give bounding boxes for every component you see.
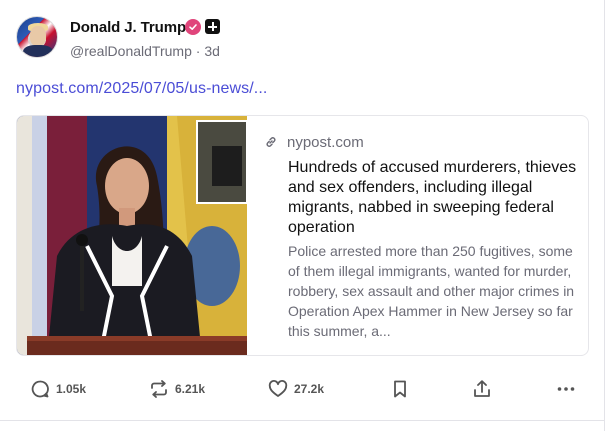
like-button[interactable]: 27.2k — [268, 376, 332, 404]
share-button[interactable] — [472, 376, 492, 404]
repost-icon — [151, 380, 167, 398]
share-icon — [474, 380, 490, 397]
author-name[interactable]: Donald J. Trump — [70, 19, 186, 36]
separator: · — [195, 43, 201, 59]
verified-badge-icon — [185, 19, 201, 35]
link-icon — [266, 137, 276, 147]
handle-line: @realDonaldTrump · 3d — [70, 43, 220, 59]
heart-icon — [268, 380, 288, 397]
post-time[interactable]: 3d — [204, 43, 220, 59]
avatar[interactable] — [16, 16, 58, 58]
bookmark-button[interactable] — [390, 376, 410, 404]
card-domain: nypost.com — [287, 134, 364, 151]
reply-button[interactable]: 1.05k — [30, 376, 90, 404]
post-link[interactable]: nypost.com/2025/07/05/us-news/... — [16, 80, 267, 98]
card-title[interactable]: Hundreds of accused murderers, thieves a… — [288, 158, 578, 238]
more-icon — [557, 387, 575, 391]
like-count: 27.2k — [294, 382, 325, 396]
bottom-divider — [0, 420, 604, 421]
card-description: Police arrested more than 250 fugitives,… — [288, 243, 575, 339]
repost-count: 6.21k — [175, 382, 206, 396]
reply-count: 1.05k — [56, 382, 87, 396]
comment-icon — [31, 380, 49, 398]
more-options-button[interactable] — [556, 376, 576, 404]
card-body[interactable]: nypost.com Hundreds of accused murderers… — [247, 116, 588, 355]
action-bar: 1.05k 6.21k 27.2k — [0, 376, 604, 404]
link-preview-card[interactable]: nypost.com Hundreds of accused murderers… — [16, 115, 589, 356]
author-handle[interactable]: @realDonaldTrump — [70, 43, 192, 59]
repost-button[interactable]: 6.21k — [149, 376, 213, 404]
right-divider — [604, 0, 605, 431]
plus-badge-icon — [205, 19, 220, 34]
bookmark-icon — [394, 380, 406, 398]
card-thumbnail — [17, 116, 247, 355]
